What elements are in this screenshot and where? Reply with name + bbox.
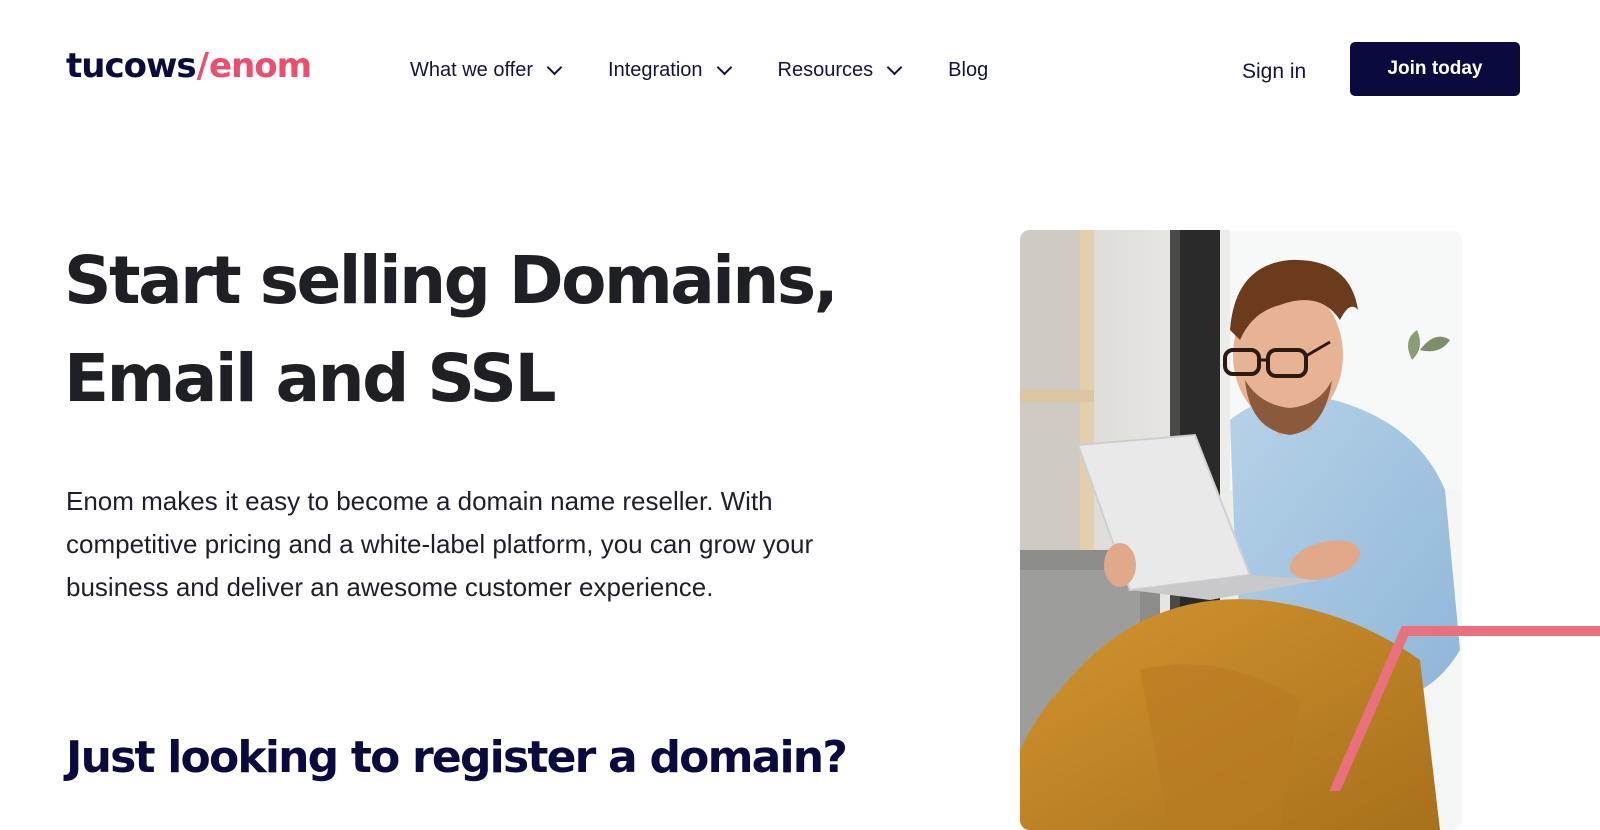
nav-integration[interactable]: Integration (608, 58, 732, 82)
sign-in-link[interactable]: Sign in (1242, 60, 1306, 84)
logo-text-tucows: tucows (66, 46, 197, 86)
hero-title: Start selling Domains, Email and SSL (64, 232, 884, 428)
hero-description: Enom makes it easy to become a domain na… (66, 486, 814, 602)
chevron-down-icon (716, 59, 732, 75)
nav-resources[interactable]: Resources (777, 58, 903, 82)
chevron-down-icon (546, 59, 563, 75)
main-navigation: What we offer Integration Resources Blog (410, 52, 1036, 88)
tucows-enom-logo[interactable]: tucows / enom (66, 44, 312, 88)
nav-resources-label: Resources (777, 58, 874, 81)
hero-title-line-2: Email and SSL (64, 340, 557, 417)
nav-what-we-offer[interactable]: What we offer (410, 58, 563, 82)
hero-photo-man-with-laptop (1020, 230, 1462, 830)
logo-slash: / (196, 46, 209, 86)
chevron-down-icon (886, 59, 903, 75)
nav-integration-label: Integration (608, 58, 703, 81)
nav-blog-label: Blog (948, 58, 989, 81)
join-today-button[interactable]: Join today (1350, 42, 1520, 96)
hero-title-line-1: Start selling Domains, (64, 242, 839, 319)
nav-what-we-offer-label: What we offer (410, 58, 534, 81)
register-domain-heading: Just looking to register a domain? (66, 732, 848, 783)
logo-text-enom: enom (209, 46, 312, 86)
nav-blog[interactable]: Blog (948, 59, 988, 82)
